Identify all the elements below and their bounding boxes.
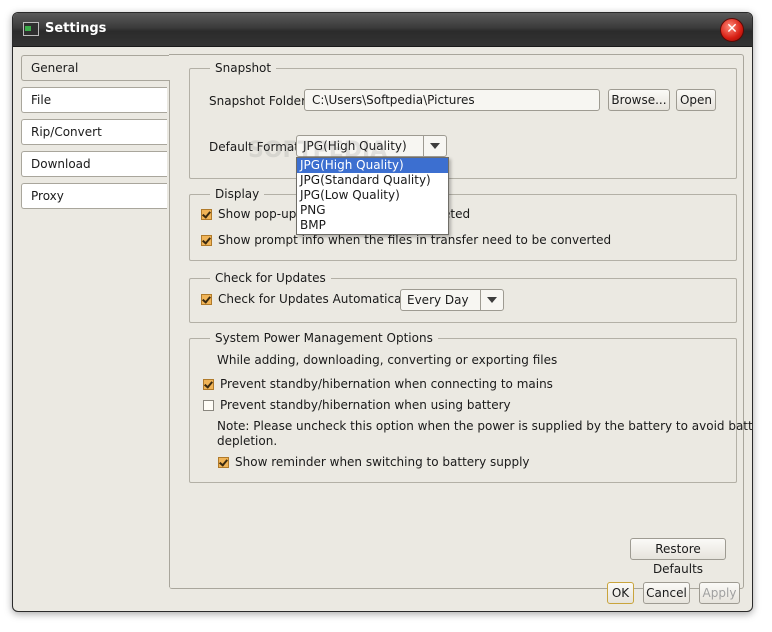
browse-button[interactable]: Browse... — [608, 89, 670, 111]
battery-label: Prevent standby/hibernation when using b… — [220, 398, 511, 412]
power-intro: While adding, downloading, converting or… — [217, 353, 558, 367]
snapshot-legend: Snapshot — [215, 61, 272, 75]
tab-file[interactable]: File — [21, 87, 167, 113]
battery-note-line1: Note: Please uncheck this option when th… — [217, 419, 753, 433]
close-button[interactable]: ✕ — [720, 18, 744, 42]
battery-note-line2: depletion. — [217, 434, 278, 448]
title-bar[interactable]: Settings ✕ — [13, 13, 752, 47]
tab-download[interactable]: Download — [21, 151, 167, 177]
format-option-bmp[interactable]: BMP — [297, 218, 448, 233]
popup-label-start: Show pop-up n — [218, 207, 308, 221]
default-format-select[interactable]: JPG(High Quality) — [296, 135, 447, 157]
apply-button[interactable]: Apply — [699, 582, 740, 604]
format-option-png[interactable]: PNG — [297, 203, 448, 218]
updates-legend: Check for Updates — [215, 271, 326, 285]
display-group: Display — [189, 187, 737, 261]
cancel-button[interactable]: Cancel — [643, 582, 690, 604]
snapshot-folder-label: Snapshot Folder: — [209, 94, 310, 108]
display-legend: Display — [215, 187, 260, 201]
reminder-checkbox[interactable] — [218, 457, 229, 468]
battery-checkbox[interactable] — [203, 400, 214, 411]
auto-update-checkbox[interactable] — [201, 294, 212, 305]
ok-button[interactable]: OK — [607, 582, 634, 604]
format-option-jpg-standard[interactable]: JPG(Standard Quality) — [297, 173, 448, 188]
restore-defaults-button[interactable]: Restore Defaults — [630, 538, 726, 576]
format-dropdown-list[interactable]: JPG(High Quality) JPG(Standard Quality) … — [296, 157, 449, 235]
default-format-value: JPG(High Quality) — [303, 139, 407, 153]
default-format-label: Default Format: — [209, 140, 303, 154]
mains-checkbox[interactable] — [203, 379, 214, 390]
reminder-label: Show reminder when switching to battery … — [235, 455, 530, 469]
format-option-jpg-low[interactable]: JPG(Low Quality) — [297, 188, 448, 203]
format-option-jpg-high[interactable]: JPG(High Quality) — [297, 158, 448, 173]
chevron-down-icon[interactable] — [423, 136, 446, 156]
settings-window: Settings ✕ General File Rip/Convert Down… — [12, 12, 753, 612]
tab-general[interactable]: General — [21, 55, 171, 81]
update-frequency-value: Every Day — [407, 293, 469, 307]
window-title: Settings — [45, 21, 107, 36]
app-icon — [23, 22, 39, 36]
tab-rip-convert[interactable]: Rip/Convert — [21, 119, 167, 145]
snapshot-group: Snapshot — [189, 61, 737, 179]
panel-divider — [169, 80, 170, 587]
tab-proxy[interactable]: Proxy — [21, 183, 167, 209]
snapshot-folder-input[interactable]: C:\Users\Softpedia\Pictures — [304, 89, 600, 111]
chevron-down-icon[interactable] — [480, 290, 503, 310]
update-frequency-select[interactable]: Every Day — [400, 289, 504, 311]
prompt-label: Show prompt info when the files in trans… — [218, 233, 612, 247]
prompt-checkbox[interactable] — [201, 235, 212, 246]
popup-checkbox[interactable] — [201, 209, 212, 220]
auto-update-label: Check for Updates Automatically: — [218, 292, 419, 306]
open-button[interactable]: Open — [676, 89, 716, 111]
mains-label: Prevent standby/hibernation when connect… — [220, 377, 553, 391]
power-legend: System Power Management Options — [215, 331, 433, 345]
